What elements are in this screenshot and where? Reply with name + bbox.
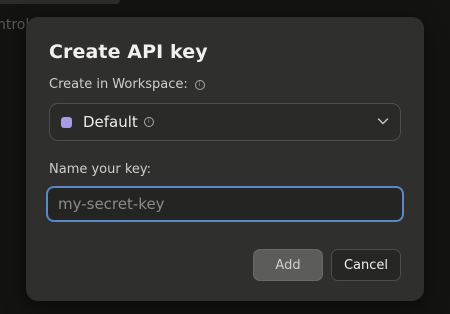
workspace-label: Create in Workspace:	[49, 77, 188, 92]
info-icon[interactable]: i	[143, 117, 154, 127]
workspace-label-row: Create in Workspace: i	[49, 77, 205, 92]
workspace-select[interactable]: Default i	[49, 103, 401, 141]
create-api-key-dialog: Create API key Create in Workspace: i De…	[26, 17, 424, 301]
dialog-title: Create API key	[49, 41, 208, 63]
workspace-value: Default	[83, 113, 138, 131]
chevron-down-icon	[377, 118, 389, 125]
workspace-color-swatch	[61, 116, 72, 128]
key-name-label: Name your key:	[49, 162, 152, 177]
key-name-input[interactable]	[46, 186, 404, 222]
info-icon[interactable]: i	[194, 79, 205, 90]
backdrop-panel	[0, 0, 120, 4]
add-button[interactable]: Add	[253, 249, 323, 281]
cancel-button[interactable]: Cancel	[331, 249, 401, 281]
backdrop-text: ntrol	[0, 17, 30, 33]
